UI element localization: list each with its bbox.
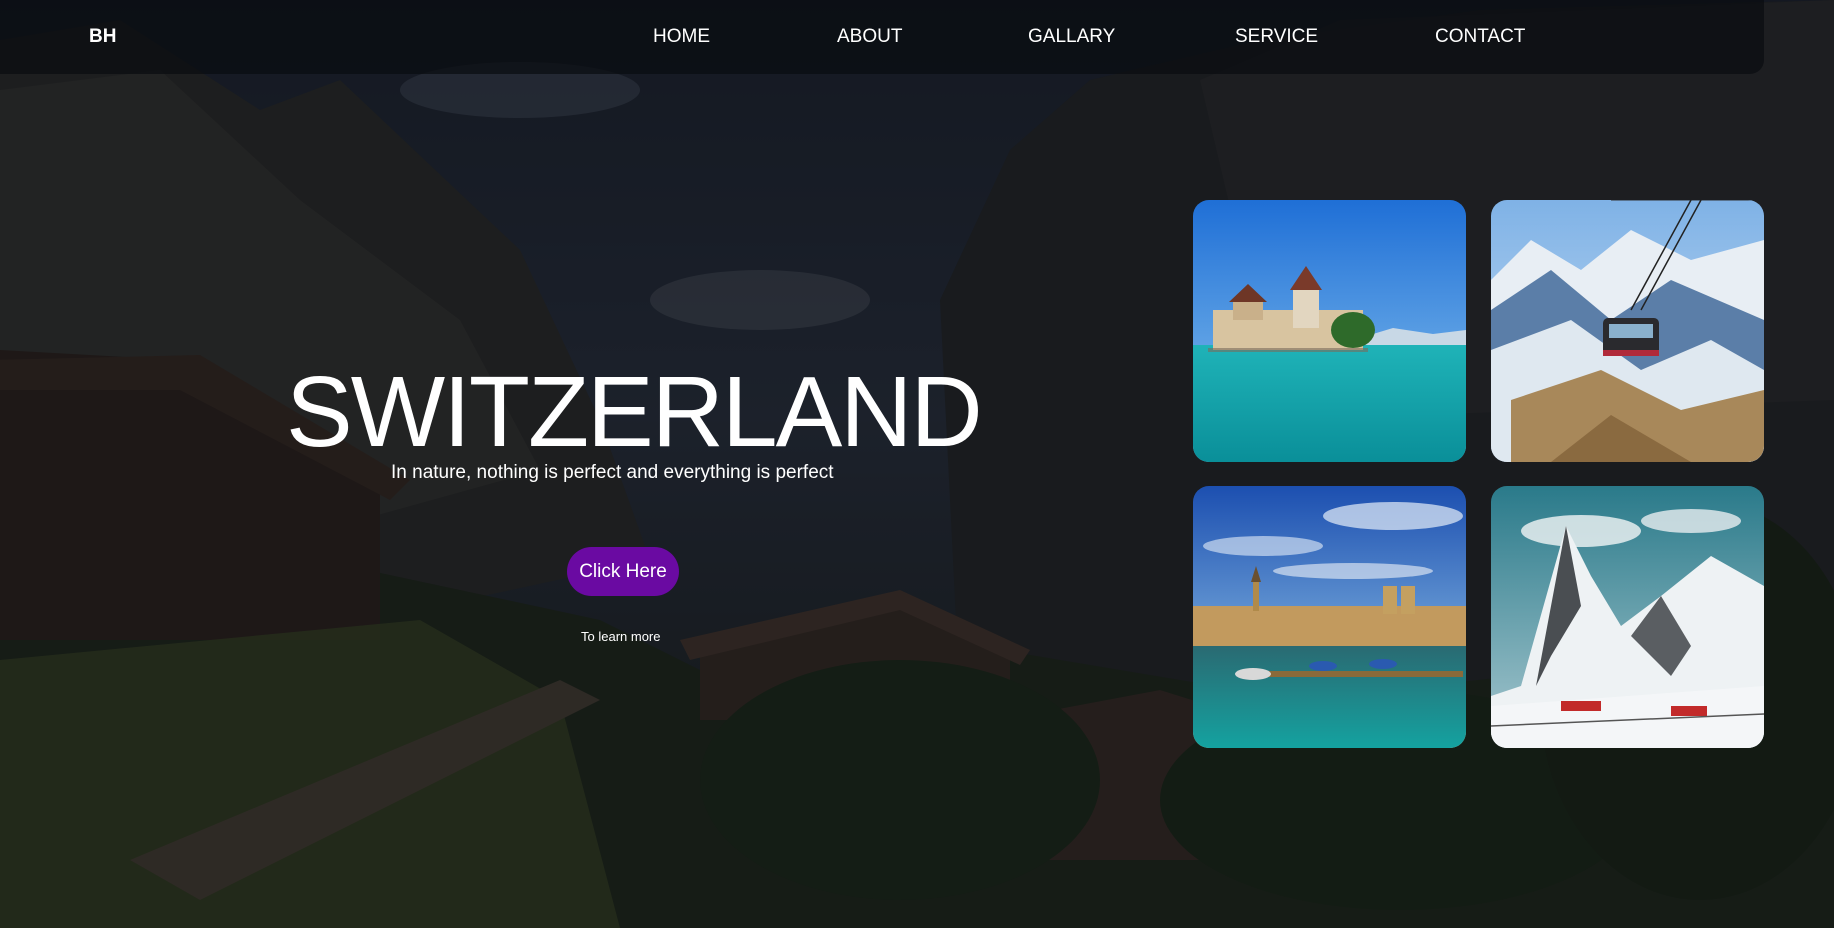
city-harbor-image bbox=[1193, 486, 1466, 748]
gallery-image-city-harbor[interactable] bbox=[1193, 486, 1466, 748]
gallery-image-lakeside-castle[interactable] bbox=[1193, 200, 1466, 462]
hero-title: SWITZERLAND bbox=[286, 356, 983, 468]
nav-link-home[interactable]: HOME bbox=[653, 26, 710, 48]
gallery-image-cable-car[interactable] bbox=[1491, 200, 1764, 462]
click-here-button[interactable]: Click Here bbox=[567, 547, 679, 596]
cable-car-image bbox=[1491, 200, 1764, 462]
nav-link-service[interactable]: SERVICE bbox=[1235, 26, 1318, 48]
lakeside-castle-image bbox=[1193, 200, 1466, 462]
brand-logo[interactable]: BH bbox=[89, 26, 116, 48]
nav-link-about[interactable]: ABOUT bbox=[837, 26, 902, 48]
nav-link-contact[interactable]: CONTACT bbox=[1435, 26, 1525, 48]
top-navbar: BH HOME ABOUT GALLARY SERVICE CONTACT bbox=[0, 0, 1764, 74]
hero-subtitle: In nature, nothing is perfect and everyt… bbox=[391, 462, 834, 483]
gallery-image-snowy-peak[interactable] bbox=[1491, 486, 1764, 748]
cta-caption: To learn more bbox=[581, 629, 661, 644]
snowy-peak-image bbox=[1491, 486, 1764, 748]
nav-link-gallery[interactable]: GALLARY bbox=[1028, 26, 1115, 48]
